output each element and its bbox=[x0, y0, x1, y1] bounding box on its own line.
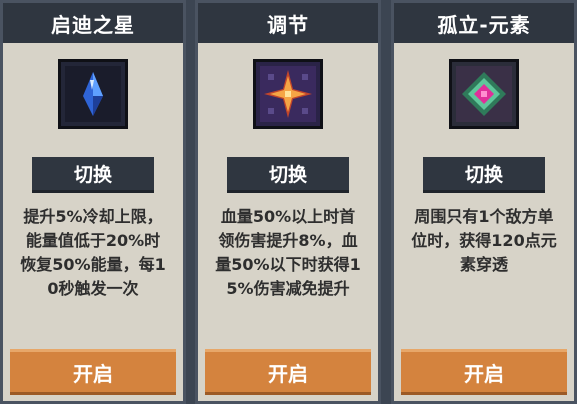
open-button[interactable]: 开启 bbox=[401, 349, 567, 395]
card-title: 启迪之星 bbox=[3, 3, 183, 43]
green-pink-gem-icon bbox=[449, 59, 519, 129]
buff-card-3: 孤立-元素 切换 周围只有1个敌方单 位时，获得120点元 素穿透 开启 bbox=[391, 0, 577, 404]
desc-line: 提升5%冷却上限， bbox=[23, 207, 163, 226]
switch-button[interactable]: 切换 bbox=[423, 157, 545, 193]
buff-card-2: 调节 切换 血量50%以上时首 领伤害提升8%，血 量50%以下时获得1 5%伤… bbox=[195, 0, 381, 404]
desc-line: 量50%以下时获得1 bbox=[215, 255, 361, 274]
desc-line: 血量50%以上时首 bbox=[220, 207, 356, 226]
card-title: 孤立-元素 bbox=[394, 3, 574, 43]
switch-button[interactable]: 切换 bbox=[32, 157, 154, 193]
desc-line: 位时，获得120点元 bbox=[411, 231, 557, 250]
open-button[interactable]: 开启 bbox=[10, 349, 176, 395]
desc-line: 能量值低于20%时 bbox=[25, 231, 161, 250]
desc-line: 素穿透 bbox=[459, 255, 508, 274]
desc-line: 0秒触发一次 bbox=[47, 279, 139, 298]
switch-button[interactable]: 切换 bbox=[227, 157, 349, 193]
open-button[interactable]: 开启 bbox=[205, 349, 371, 395]
card-description: 提升5%冷却上限， 能量值低于20%时 恢复50%能量，每1 0秒触发一次 bbox=[9, 205, 177, 301]
card-description: 周围只有1个敌方单 位时，获得120点元 素穿透 bbox=[400, 205, 568, 277]
desc-line: 周围只有1个敌方单 bbox=[414, 207, 554, 226]
desc-line: 领伤害提升8%，血 bbox=[218, 231, 358, 250]
desc-line: 5%伤害减免提升 bbox=[226, 279, 350, 298]
desc-line: 恢复50%能量，每1 bbox=[20, 255, 166, 274]
card-title: 调节 bbox=[198, 3, 378, 43]
blue-crystal-icon bbox=[58, 59, 128, 129]
orange-star-icon bbox=[253, 59, 323, 129]
buff-card-1: 启迪之星 切换 提升5%冷却上限， 能量值低于20%时 恢复50%能量，每1 0… bbox=[0, 0, 186, 404]
card-description: 血量50%以上时首 领伤害提升8%，血 量50%以下时获得1 5%伤害减免提升 bbox=[204, 205, 372, 301]
